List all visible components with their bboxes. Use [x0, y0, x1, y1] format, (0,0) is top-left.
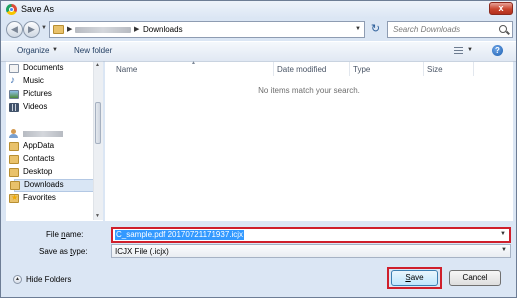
folder-icon	[10, 181, 20, 190]
column-header-type[interactable]: Type	[353, 65, 370, 74]
sidebar-item-label: Pictures	[23, 89, 52, 98]
hide-folders-label[interactable]: Hide Folders	[26, 275, 71, 284]
favorites-icon	[9, 193, 19, 203]
folder-icon	[53, 25, 64, 34]
label-text: ype:	[72, 247, 88, 256]
column-header-size[interactable]: Size	[427, 65, 443, 74]
breadcrumb-current-folder[interactable]: Downloads	[143, 25, 183, 34]
sidebar-item-contacts[interactable]: Contacts	[9, 154, 55, 166]
sidebar-item-pictures[interactable]: Pictures	[9, 89, 52, 101]
breadcrumb-separator-icon[interactable]: ▶	[67, 25, 72, 33]
file-name-field[interactable]: C_sample.pdf 20170721171937.icjx ▼	[111, 227, 511, 243]
close-button[interactable]: x	[489, 2, 513, 15]
sidebar-item-label: Music	[23, 76, 44, 85]
change-view-icon[interactable]	[454, 47, 463, 54]
save-as-dialog: Save As x ◀ ▶ ▼ ▶ ▶ Downloads ▼ ↻ Search…	[0, 0, 517, 298]
address-dropdown-icon[interactable]: ▼	[355, 26, 361, 32]
chevron-down-icon[interactable]: ▼	[501, 247, 507, 253]
sidebar-item-favorites[interactable]: Favorites	[9, 193, 56, 205]
address-bar[interactable]: ▶ ▶ Downloads ▼	[49, 21, 365, 38]
cancel-button[interactable]: Cancel	[449, 270, 501, 286]
folder-icon	[9, 155, 19, 164]
sidebar-item-label: Downloads	[24, 180, 64, 189]
column-header-name[interactable]: Name	[116, 65, 137, 74]
redacted-breadcrumb[interactable]	[75, 27, 131, 33]
file-name-row: File name: C_sample.pdf 20170721171937.i…	[1, 227, 516, 243]
scroll-up-icon[interactable]: ▲	[95, 62, 100, 68]
sidebar-item-downloads[interactable]: Downloads	[10, 179, 94, 192]
column-divider[interactable]	[273, 62, 274, 76]
navigation-bar: ◀ ▶ ▼ ▶ ▶ Downloads ▼ ↻ Search Downloads	[1, 19, 516, 41]
chevron-up-icon[interactable]: ▲	[13, 275, 22, 284]
sidebar-item-desktop[interactable]: Desktop	[9, 167, 53, 179]
folder-icon	[9, 168, 19, 177]
label-text: File	[46, 230, 62, 239]
sidebar-item-appdata[interactable]: AppData	[9, 141, 55, 153]
file-name-value[interactable]: C_sample.pdf 20170721171937.icjx	[115, 230, 245, 240]
save-as-type-label: Save as type:	[39, 247, 88, 256]
help-icon[interactable]: ?	[492, 45, 503, 56]
documents-icon	[9, 64, 19, 73]
column-header-date-modified[interactable]: Date modified	[277, 65, 326, 74]
view-options-dropdown-icon[interactable]: ▼	[467, 47, 473, 53]
videos-icon	[9, 103, 19, 112]
sort-indicator-icon: ▲	[191, 60, 196, 66]
label-text: ame:	[65, 230, 84, 239]
sidebar-item-label: Videos	[23, 102, 48, 111]
search-icon	[499, 25, 507, 33]
save-as-type-value[interactable]: ICJX File (.icjx)	[115, 247, 169, 256]
redacted-user-name	[23, 131, 63, 137]
chrome-icon	[6, 4, 17, 15]
sidebar-item-label: AppData	[23, 141, 55, 150]
command-toolbar: Organize ▼ New folder ▼ ?	[1, 41, 516, 62]
column-divider[interactable]	[349, 62, 350, 76]
label-text: Save as	[39, 247, 71, 256]
search-box[interactable]: Search Downloads	[387, 21, 513, 38]
save-as-type-row: Save as type: ICJX File (.icjx) ▼	[1, 244, 516, 259]
breadcrumb-separator-icon[interactable]: ▶	[134, 25, 139, 33]
pictures-icon	[9, 90, 19, 99]
refresh-icon[interactable]: ↻	[368, 21, 383, 38]
sidebar-item-label: Documents	[23, 63, 64, 72]
scrollbar-thumb[interactable]	[95, 102, 101, 144]
navigation-scrollbar[interactable]: ▲ ▼	[93, 62, 103, 220]
column-divider[interactable]	[423, 62, 424, 76]
chevron-down-icon[interactable]: ▼	[52, 47, 58, 53]
file-list: Name ▲ Date modified Type Size No items …	[105, 60, 513, 221]
search-placeholder[interactable]: Search Downloads	[393, 25, 460, 34]
scroll-down-icon[interactable]: ▼	[95, 213, 100, 219]
folder-icon	[9, 142, 19, 151]
back-button[interactable]: ◀	[6, 21, 23, 38]
new-folder-button[interactable]: New folder	[74, 46, 112, 55]
save-button[interactable]: Save	[391, 270, 438, 286]
chevron-down-icon[interactable]: ▼	[500, 231, 506, 237]
column-divider[interactable]	[473, 62, 474, 76]
sidebar-item-documents[interactable]: Documents	[9, 63, 64, 75]
save-as-type-select[interactable]: ICJX File (.icjx) ▼	[111, 244, 511, 258]
button-label: ave	[410, 273, 424, 282]
empty-results-message: No items match your search.	[258, 86, 360, 95]
organize-menu-button[interactable]: Organize	[17, 46, 49, 55]
forward-button[interactable]: ▶	[23, 21, 40, 38]
music-icon	[9, 75, 19, 86]
navigation-pane: Documents Music Pictures Videos AppData …	[6, 61, 103, 221]
file-name-label: File name:	[46, 230, 83, 239]
window-title: Save As	[21, 4, 55, 14]
sidebar-item-label: Favorites	[23, 193, 56, 202]
recent-locations-dropdown-icon[interactable]: ▼	[41, 25, 47, 31]
user-icon	[9, 129, 19, 138]
sidebar-item-music[interactable]: Music	[10, 75, 44, 88]
title-bar: Save As x	[1, 1, 516, 18]
sidebar-item-label: Desktop	[23, 167, 53, 176]
sidebar-item-videos[interactable]: Videos	[9, 102, 48, 114]
sidebar-item-label: Contacts	[23, 154, 55, 163]
